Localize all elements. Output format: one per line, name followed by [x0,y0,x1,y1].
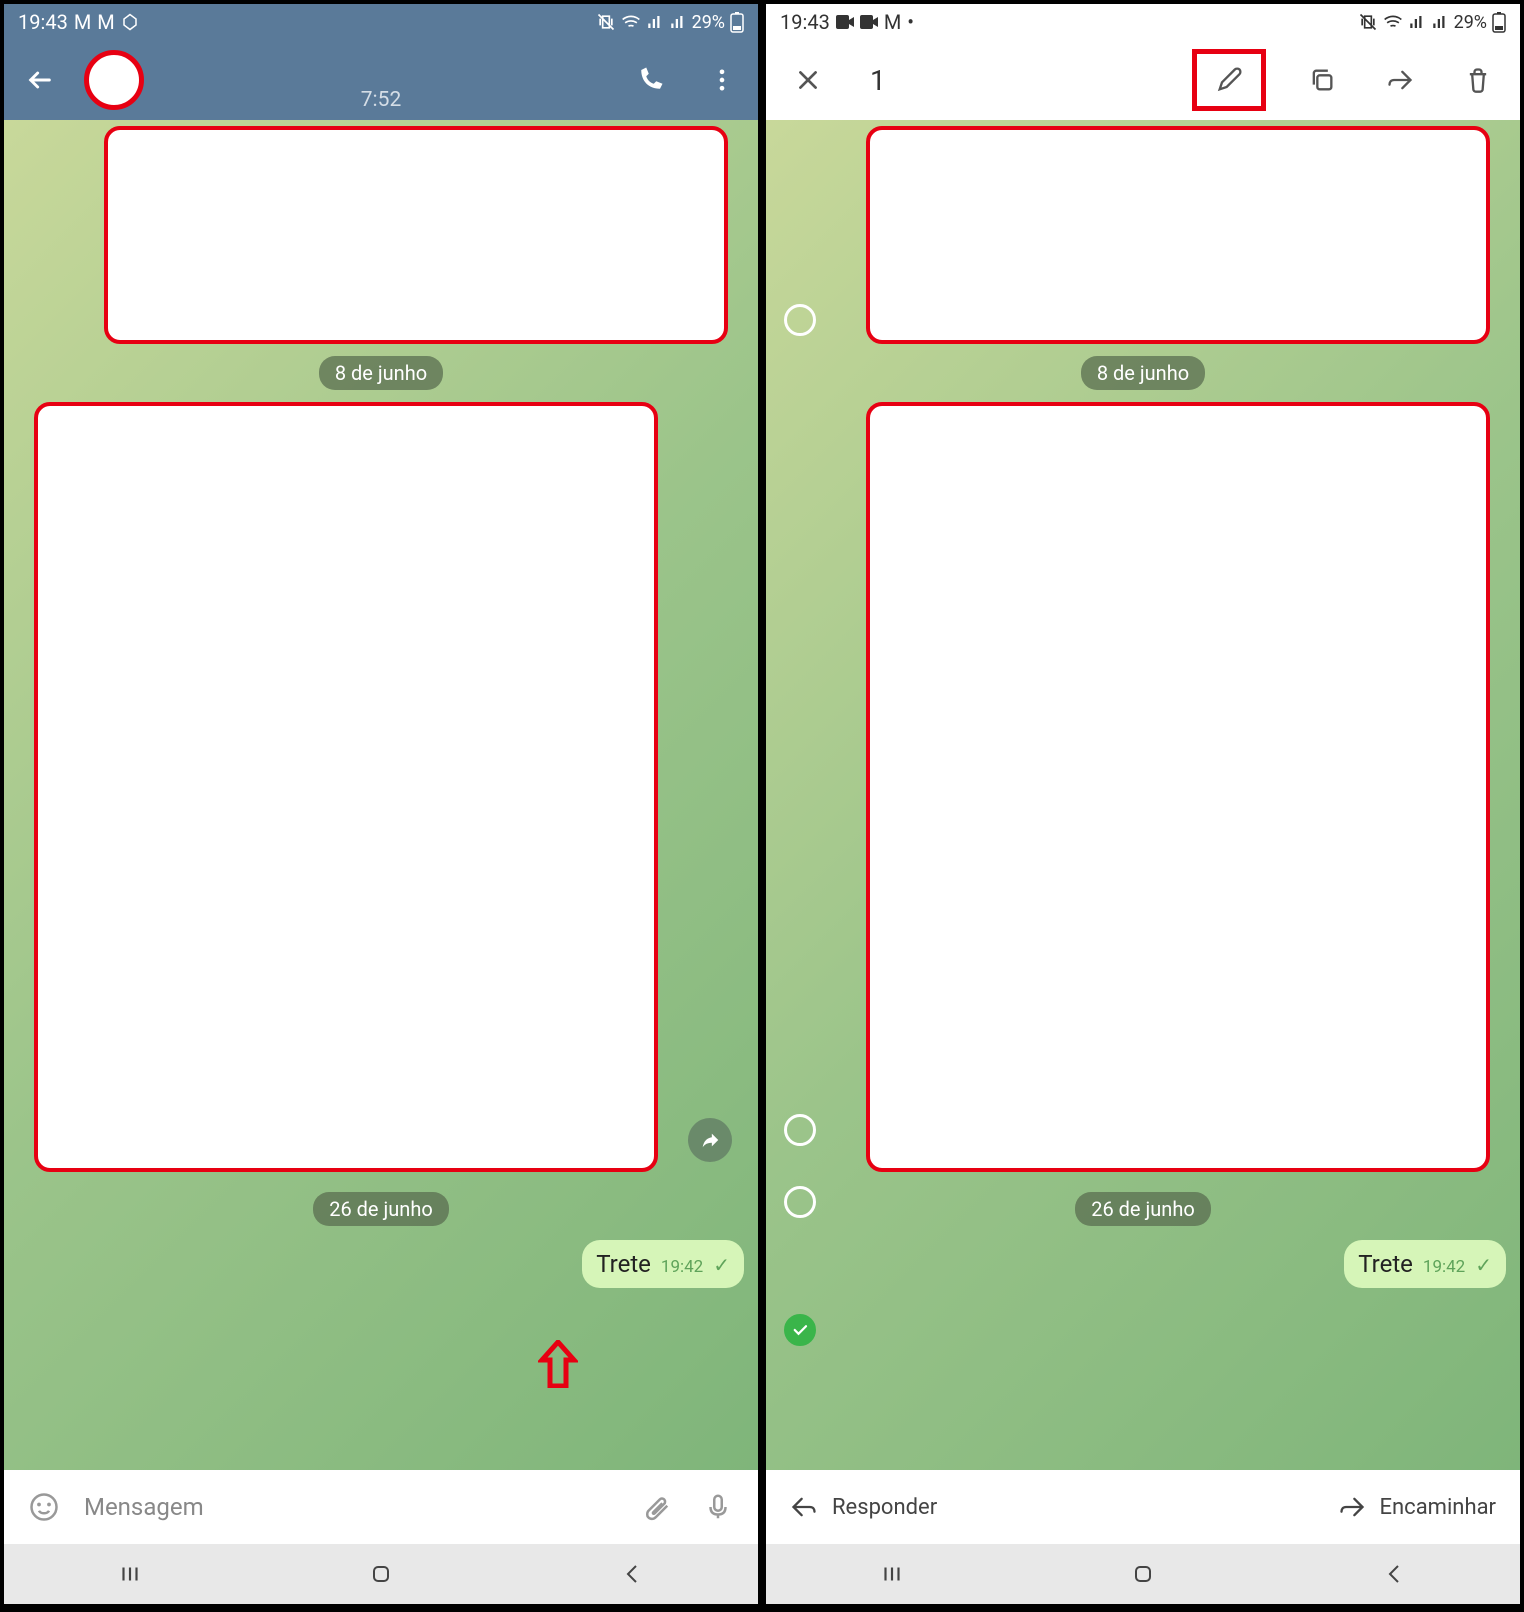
date-separator: 8 de junho [1081,356,1205,390]
status-video-icon [836,15,854,29]
phone-right: 19:43 M • 29% [766,4,1520,1604]
attach-button[interactable] [634,1485,678,1529]
selection-header: 1 [766,40,1520,120]
check-icon: ✓ [713,1253,730,1277]
forward-button[interactable] [1378,58,1422,102]
status-notification-icon [121,13,139,31]
check-icon: ✓ [1475,1253,1492,1277]
vibrate-icon [596,12,616,32]
back-button[interactable] [18,58,62,102]
signal-icon [1431,13,1449,31]
more-button[interactable] [700,58,744,102]
nav-back[interactable] [1372,1552,1416,1596]
battery-percent: 29% [1454,12,1487,33]
reply-label: Responder [832,1495,937,1520]
wifi-icon [621,12,641,32]
vibrate-icon [1358,12,1378,32]
call-button[interactable] [628,58,672,102]
select-circle[interactable] [784,1114,816,1146]
nav-recent[interactable] [108,1552,152,1596]
message-input[interactable]: Mensagem [84,1493,616,1521]
emoji-button[interactable] [22,1485,66,1529]
selection-action-bar: Responder Encaminhar [766,1470,1520,1544]
selection-count: 1 [870,64,886,97]
close-button[interactable] [786,58,830,102]
status-m-icon: M [884,10,901,34]
date-separator: 26 de junho [1075,1192,1211,1226]
battery-percent: 29% [692,12,725,33]
signal-icon [1408,13,1426,31]
select-circle-checked[interactable] [784,1314,816,1346]
redacted-message [34,402,658,1172]
reply-button[interactable]: Responder [790,1493,937,1521]
chat-area[interactable]: 8 de junho 26 de junho Trete 19:42 ✓ [4,120,758,1470]
nav-recent[interactable] [870,1552,914,1596]
message-input-bar: Mensagem [4,1470,758,1544]
message-time: 19:42 [1423,1257,1465,1277]
message-text: Trete [1358,1250,1413,1278]
status-video-icon [860,15,878,29]
status-dot-icon: • [907,10,914,34]
phone-left: 19:43 M M 29% [4,4,758,1604]
status-bar: 19:43 M M 29% [4,4,758,40]
outgoing-message[interactable]: Trete 19:42 ✓ [1344,1240,1506,1288]
message-time: 19:42 [661,1257,703,1277]
edit-button-highlight [1192,49,1266,111]
annotation-arrow-icon [538,1340,578,1388]
nav-bar [766,1544,1520,1604]
status-bar: 19:43 M • 29% [766,4,1520,40]
select-circle[interactable] [784,1186,816,1218]
edit-button[interactable] [1207,58,1251,102]
wifi-icon [1383,12,1403,32]
date-separator: 8 de junho [319,356,443,390]
nav-bar [4,1544,758,1604]
outgoing-message[interactable]: Trete 19:42 ✓ [582,1240,744,1288]
redacted-message [866,126,1490,344]
forward-action-button[interactable]: Encaminhar [1338,1493,1496,1521]
nav-home[interactable] [1121,1552,1165,1596]
nav-back[interactable] [610,1552,654,1596]
signal-icon [669,13,687,31]
nav-home[interactable] [359,1552,403,1596]
delete-button[interactable] [1456,58,1500,102]
redacted-message [104,126,728,344]
status-time: 19:43 [780,10,830,34]
chat-area[interactable]: 8 de junho 26 de junho Trete 19:42 ✓ [766,120,1520,1470]
status-m-icon: M [74,10,91,34]
avatar[interactable] [84,50,144,110]
select-circle[interactable] [784,304,816,336]
redacted-message [866,402,1490,1172]
message-text: Trete [596,1250,651,1278]
last-seen-time: 7:52 [361,88,402,112]
chat-header: 7:52 [4,40,758,120]
battery-icon [1492,11,1506,33]
forward-label: Encaminhar [1380,1495,1496,1520]
status-m-icon: M [97,10,114,34]
battery-icon [730,11,744,33]
forward-icon[interactable] [688,1118,732,1162]
date-separator: 26 de junho [313,1192,449,1226]
signal-icon [646,13,664,31]
copy-button[interactable] [1300,58,1344,102]
status-time: 19:43 [18,10,68,34]
mic-button[interactable] [696,1485,740,1529]
